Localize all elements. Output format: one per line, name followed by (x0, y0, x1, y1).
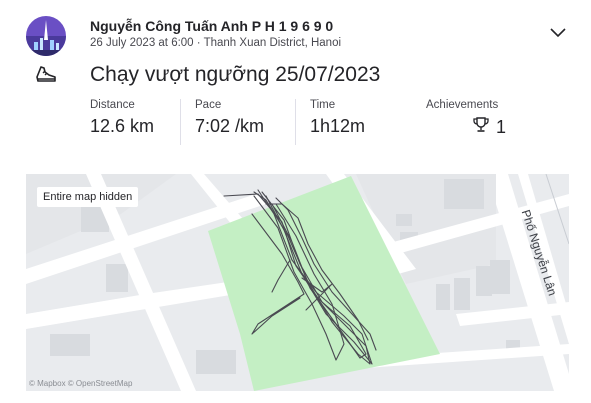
stat-distance: Distance 12.6 km (90, 99, 154, 145)
stat-label: Time (310, 99, 336, 111)
stat-value: 1h12m (310, 116, 366, 136)
map-hidden-badge: Entire map hidden (37, 187, 139, 207)
stat-achievements[interactable]: Achievements 1 (426, 99, 506, 145)
stat-label: Achievements (426, 99, 499, 111)
running-shoe-icon (34, 62, 58, 86)
trophy-icon (472, 116, 490, 139)
activity-title[interactable]: Chạy vượt ngưỡng 25/07/2023 (90, 63, 380, 87)
activity-map[interactable]: Entire map hidden Phố Nguyễn Lân © Mapbo… (26, 174, 569, 391)
stat-label: Distance (90, 99, 135, 111)
stat-pace: Pace 7:02 /km (180, 99, 264, 145)
stat-time: Time 1h12m (295, 99, 365, 145)
stat-label: Pace (195, 99, 222, 111)
stat-value: 7:02 /km (195, 116, 265, 136)
chevron-down-icon[interactable] (548, 24, 568, 40)
athlete-name[interactable]: Nguyễn Công Tuấn Anh P H 1 9 6 9 0 (90, 18, 333, 34)
stat-value: 12.6 km (90, 116, 155, 136)
avatar[interactable] (26, 16, 66, 56)
activity-card: Nguyễn Công Tuấn Anh P H 1 9 6 9 0 26 Ju… (0, 0, 591, 403)
activity-meta: 26 July 2023 at 6:00 · Thanh Xuan Distri… (90, 37, 342, 49)
achievements-count: 1 (496, 117, 507, 137)
map-attribution[interactable]: © Mapbox © OpenStreetMap (29, 379, 132, 388)
